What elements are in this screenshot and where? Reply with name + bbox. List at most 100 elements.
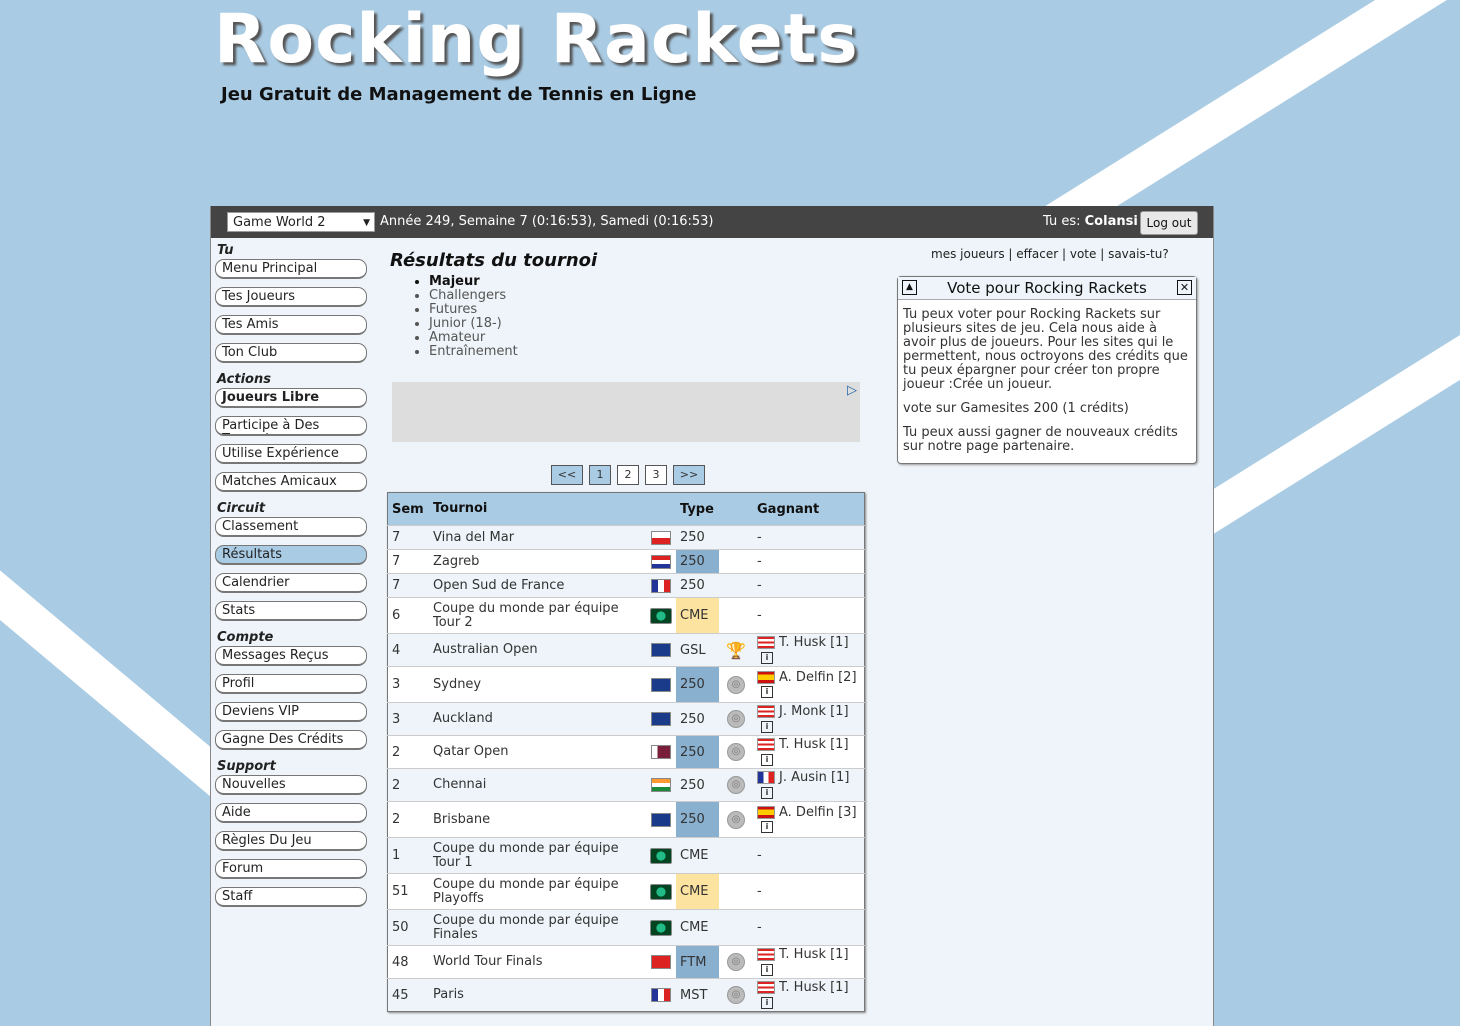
- vote-gamesites-link[interactable]: vote sur Gamesites 200 (1 crédits): [903, 402, 1190, 416]
- link-mes-joueurs[interactable]: mes joueurs: [931, 247, 1005, 261]
- username[interactable]: Colansi: [1085, 214, 1138, 229]
- row-tournament-name[interactable]: World Tour Finals: [429, 945, 646, 979]
- sidebar-item-tes-joueurs[interactable]: Tes Joueurs: [215, 287, 367, 307]
- arrow-up-icon[interactable]: ▲: [902, 280, 917, 295]
- close-icon[interactable]: ✕: [1177, 280, 1192, 295]
- sidebar-item-nouvelles[interactable]: Nouvelles: [215, 775, 367, 795]
- page-button-2[interactable]: 2: [617, 465, 639, 485]
- info-icon[interactable]: i: [761, 753, 773, 766]
- page-prev-button[interactable]: <<: [551, 465, 583, 485]
- sidebar-item-menu-principal[interactable]: Menu Principal: [215, 259, 367, 279]
- category-link-junior-18[interactable]: Junior (18-): [429, 317, 867, 331]
- sidebar-item-messages-recus[interactable]: Messages Reçus: [215, 646, 367, 666]
- row-trophy-cell: ◎: [719, 945, 753, 979]
- row-winner[interactable]: J. Monk [1]: [779, 704, 849, 719]
- info-icon[interactable]: i: [761, 996, 773, 1009]
- table-row[interactable]: 7 Open Sud de France 250 -: [387, 573, 865, 598]
- table-row[interactable]: 2 Qatar Open 250 ◎ T. Husk [1] i: [387, 735, 865, 769]
- row-winner[interactable]: T. Husk [1]: [779, 737, 849, 752]
- table-row[interactable]: 3 Auckland 250 ◎ J. Monk [1] i: [387, 702, 865, 736]
- sidebar-item-profil[interactable]: Profil: [215, 674, 367, 694]
- row-tournament-name[interactable]: Coupe du monde par équipe Finales: [429, 909, 646, 946]
- category-link-amateur[interactable]: Amateur: [429, 331, 867, 345]
- link-effacer[interactable]: effacer: [1016, 247, 1058, 261]
- row-winner[interactable]: T. Husk [1]: [779, 635, 849, 650]
- row-winner[interactable]: J. Ausin [1]: [779, 770, 849, 785]
- table-row[interactable]: 2 Brisbane 250 ◎ A. Delfin [3] i: [387, 801, 865, 838]
- country-flag-icon: [757, 771, 775, 784]
- info-icon[interactable]: i: [761, 786, 773, 799]
- row-tournament-name[interactable]: Auckland: [429, 702, 646, 736]
- row-tournament-name[interactable]: Coupe du monde par équipe Playoffs: [429, 873, 646, 910]
- page-button-1[interactable]: 1: [589, 465, 611, 485]
- row-tournament-name[interactable]: Open Sud de France: [429, 573, 646, 598]
- sidebar-item-deviens-vip[interactable]: Deviens VIP: [215, 702, 367, 722]
- sidebar-item-utilise-experience[interactable]: Utilise Expérience: [215, 444, 367, 464]
- sidebar-item-classement[interactable]: Classement: [215, 517, 367, 537]
- ad-choices-icon[interactable]: ▷: [847, 383, 857, 398]
- row-tournament-name[interactable]: Sydney: [429, 666, 646, 703]
- table-row[interactable]: 6 Coupe du monde par équipe Tour 2 CME -: [387, 597, 865, 634]
- sidebar-item-forum[interactable]: Forum: [215, 859, 367, 879]
- row-tournament-name[interactable]: Paris: [429, 978, 646, 1012]
- sidebar-item-ton-club[interactable]: Ton Club: [215, 343, 367, 363]
- row-tournament-name[interactable]: Vina del Mar: [429, 525, 646, 550]
- info-icon[interactable]: i: [761, 686, 773, 698]
- sidebar-item-gagne-des-credits[interactable]: Gagne Des Crédits: [215, 730, 367, 750]
- info-icon[interactable]: i: [761, 963, 773, 976]
- table-row[interactable]: 3 Sydney 250 ◎ A. Delfin [2] i: [387, 666, 865, 703]
- row-tournament-name[interactable]: Zagreb: [429, 549, 646, 574]
- row-winner[interactable]: A. Delfin [3]: [779, 805, 857, 820]
- page-button-3[interactable]: 3: [645, 465, 667, 485]
- category-link-majeur[interactable]: Majeur: [429, 275, 867, 289]
- table-row[interactable]: 50 Coupe du monde par équipe Finales CME -: [387, 909, 865, 946]
- sidebar-item-matches-amicaux[interactable]: Matches Amicaux: [215, 472, 367, 492]
- category-link-challengers[interactable]: Challengers: [429, 289, 867, 303]
- info-icon[interactable]: i: [761, 651, 773, 664]
- row-tournament-name[interactable]: Coupe du monde par équipe Tour 2: [429, 597, 646, 634]
- sidebar-item-joueurs-libre[interactable]: Joueurs Libre: [215, 388, 367, 408]
- sidebar-item-tes-amis[interactable]: Tes Amis: [215, 315, 367, 335]
- table-row[interactable]: 7 Zagreb 250 -: [387, 549, 865, 574]
- table-row[interactable]: 1 Coupe du monde par équipe Tour 1 CME -: [387, 837, 865, 874]
- row-tournament-name[interactable]: Brisbane: [429, 801, 646, 838]
- row-tournament-name[interactable]: Chennai: [429, 768, 646, 802]
- table-row[interactable]: 7 Vina del Mar 250 -: [387, 525, 865, 550]
- site-logo[interactable]: Rocking Rackets: [214, 0, 859, 79]
- sidebar-item-aide[interactable]: Aide: [215, 803, 367, 823]
- col-tournoi[interactable]: Tournoi: [429, 492, 646, 526]
- sidebar-item-participe-a-des-tournois[interactable]: Participe à Des Tournois: [215, 416, 367, 436]
- category-link-futures[interactable]: Futures: [429, 303, 867, 317]
- globe-icon: [650, 847, 672, 864]
- row-winner[interactable]: T. Husk [1]: [779, 980, 849, 995]
- row-winner[interactable]: T. Husk [1]: [779, 947, 849, 962]
- game-world-select[interactable]: Game World 2 ▼: [227, 212, 375, 232]
- row-tournament-name[interactable]: Coupe du monde par équipe Tour 1: [429, 837, 646, 874]
- table-row[interactable]: 51 Coupe du monde par équipe Playoffs CME -: [387, 873, 865, 910]
- table-row[interactable]: 45 Paris MST ◎ T. Husk [1] i: [387, 978, 865, 1012]
- col-sem[interactable]: Sem: [387, 492, 429, 526]
- sidebar-item-staff[interactable]: Staff: [215, 887, 367, 907]
- table-row[interactable]: 4 Australian Open GSL 🏆 T. Husk [1] i: [387, 633, 865, 667]
- sidebar-item-calendrier[interactable]: Calendrier: [215, 573, 367, 593]
- table-row[interactable]: 2 Chennai 250 ◎ J. Ausin [1] i: [387, 768, 865, 802]
- link-savais-tu[interactable]: savais-tu?: [1108, 247, 1169, 261]
- col-type[interactable]: Type: [676, 492, 719, 526]
- category-link-entrainement[interactable]: Entraînement: [429, 345, 867, 359]
- page-next-button[interactable]: >>: [673, 465, 705, 485]
- link-vote[interactable]: vote: [1070, 247, 1097, 261]
- ad-banner[interactable]: ▷: [392, 382, 860, 442]
- info-icon[interactable]: i: [761, 720, 773, 733]
- info-icon[interactable]: i: [761, 821, 773, 833]
- sidebar-item-regles-du-jeu[interactable]: Règles Du Jeu: [215, 831, 367, 851]
- row-tournament-name[interactable]: Qatar Open: [429, 735, 646, 769]
- medal-icon: ◎: [727, 986, 745, 1004]
- row-winner[interactable]: A. Delfin [2]: [779, 670, 857, 685]
- col-gagnant[interactable]: Gagnant: [753, 492, 865, 526]
- logout-button[interactable]: Log out: [1140, 211, 1198, 235]
- sidebar-item-resultats[interactable]: Résultats: [215, 545, 367, 565]
- row-winner: -: [757, 848, 762, 863]
- sidebar-item-stats[interactable]: Stats: [215, 601, 367, 621]
- table-row[interactable]: 48 World Tour Finals FTM ◎ T. Husk [1] i: [387, 945, 865, 979]
- row-tournament-name[interactable]: Australian Open: [429, 633, 646, 667]
